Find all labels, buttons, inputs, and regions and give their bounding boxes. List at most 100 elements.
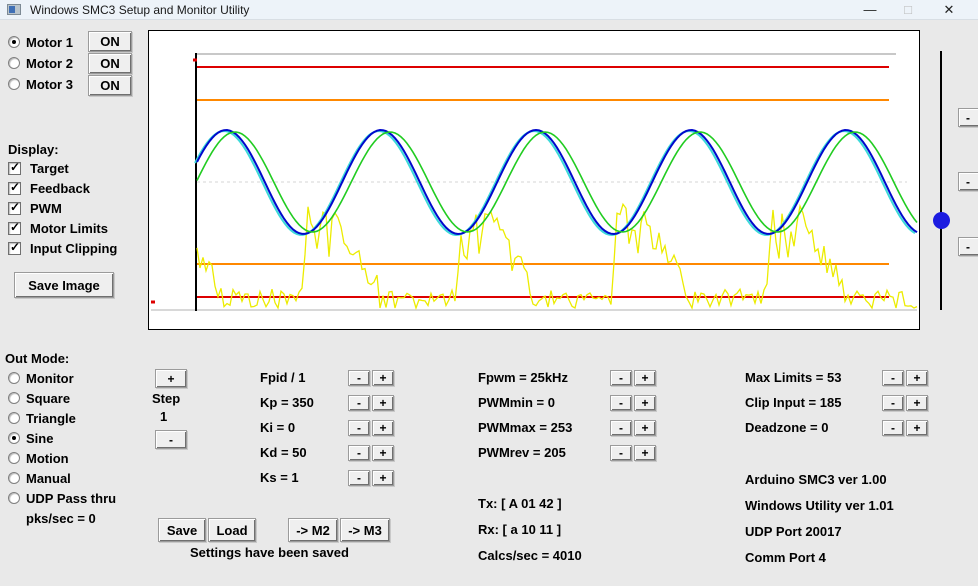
kp-value: Kp = 350 — [260, 395, 314, 410]
utility-version: Windows Utility ver 1.01 — [745, 498, 894, 513]
pwmrev-plus-button[interactable]: + — [634, 445, 656, 461]
scope-chart — [148, 30, 920, 330]
outmode-square-radio[interactable] — [8, 392, 20, 404]
comm-port: Comm Port 4 — [745, 550, 826, 565]
close-button[interactable]: ✕ — [934, 0, 964, 20]
motor-1-radio[interactable] — [8, 36, 20, 48]
window-title: Windows SMC3 Setup and Monitor Utility — [30, 3, 250, 17]
motor-1-on-button[interactable]: ON — [88, 31, 132, 52]
outmode-udp-radio[interactable] — [8, 492, 20, 504]
clip-input-plus-button[interactable]: + — [906, 395, 928, 411]
ks-value: Ks = 1 — [260, 470, 299, 485]
checkbox-target[interactable] — [8, 160, 21, 175]
motor-2-radio[interactable] — [8, 57, 20, 69]
max-limits-value: Max Limits = 53 — [745, 370, 842, 385]
step-minus-button[interactable]: - — [155, 430, 187, 449]
max-limits-plus-button[interactable]: + — [906, 370, 928, 386]
fpwm-value: Fpwm = 25kHz — [478, 370, 568, 385]
outmode-manual-radio[interactable] — [8, 472, 20, 484]
outmode-triangle-label: Triangle — [26, 411, 76, 426]
arduino-version: Arduino SMC3 ver 1.00 — [745, 472, 887, 487]
ki-minus-button[interactable]: - — [348, 420, 370, 436]
settings-status: Settings have been saved — [190, 545, 349, 560]
motor-1-label: Motor 1 — [26, 35, 73, 50]
ki-plus-button[interactable]: + — [372, 420, 394, 436]
pwmmax-minus-button[interactable]: - — [610, 420, 632, 436]
outmode-udp-label: UDP Pass thru — [26, 491, 117, 506]
checkbox-input-clipping[interactable] — [8, 240, 21, 255]
minimize-button[interactable]: — — [855, 0, 885, 20]
rx-status: Rx: [ a 10 11 ] — [478, 522, 562, 537]
checkbox-feedback-label: Feedback — [30, 181, 90, 196]
outmode-motion-label: Motion — [26, 451, 69, 466]
deadzone-minus-button[interactable]: - — [882, 420, 904, 436]
motor-2-label: Motor 2 — [26, 56, 73, 71]
pwmrev-minus-button[interactable]: - — [610, 445, 632, 461]
fpid-plus-button[interactable]: + — [372, 370, 394, 386]
manual-slider-handle[interactable] — [933, 212, 950, 229]
pwmmin-plus-button[interactable]: + — [634, 395, 656, 411]
save-image-button[interactable]: Save Image — [14, 272, 114, 298]
side-minus-button-3[interactable]: - — [958, 237, 978, 256]
clip-input-value: Clip Input = 185 — [745, 395, 842, 410]
save-button[interactable]: Save — [158, 518, 206, 542]
pwmmin-minus-button[interactable]: - — [610, 395, 632, 411]
fpwm-plus-button[interactable]: + — [634, 370, 656, 386]
motor-2-on-button[interactable]: ON — [88, 53, 132, 74]
pks-per-sec-value: pks/sec = 0 — [26, 511, 96, 526]
outmode-monitor-radio[interactable] — [8, 372, 20, 384]
deadzone-plus-button[interactable]: + — [906, 420, 928, 436]
pwmmax-plus-button[interactable]: + — [634, 420, 656, 436]
checkbox-input-clipping-label: Input Clipping — [30, 241, 118, 256]
outmode-sine-radio[interactable] — [8, 432, 20, 444]
kd-minus-button[interactable]: - — [348, 445, 370, 461]
kp-minus-button[interactable]: - — [348, 395, 370, 411]
side-minus-button-1[interactable]: - — [958, 108, 978, 127]
kp-plus-button[interactable]: + — [372, 395, 394, 411]
copy-to-m3-button[interactable]: -> M3 — [340, 518, 390, 542]
outmode-sine-label: Sine — [26, 431, 54, 446]
manual-slider-track[interactable] — [940, 51, 942, 310]
tx-status: Tx: [ A 01 42 ] — [478, 496, 562, 511]
chart-svg — [151, 53, 918, 311]
app-window: Windows SMC3 Setup and Monitor Utility —… — [0, 0, 978, 586]
app-icon — [7, 4, 21, 15]
side-minus-button-2[interactable]: - — [958, 172, 978, 191]
checkbox-pwm-label: PWM — [30, 201, 62, 216]
step-plus-button[interactable]: + — [155, 369, 187, 388]
copy-to-m2-button[interactable]: -> M2 — [288, 518, 338, 542]
ks-plus-button[interactable]: + — [372, 470, 394, 486]
max-limits-minus-button[interactable]: - — [882, 370, 904, 386]
maximize-button: □ — [904, 2, 912, 17]
udp-port: UDP Port 20017 — [745, 524, 842, 539]
calcs-per-sec: Calcs/sec = 4010 — [478, 548, 582, 563]
step-value: 1 — [160, 409, 168, 424]
ks-minus-button[interactable]: - — [348, 470, 370, 486]
fpid-value: Fpid / 1 — [260, 370, 306, 385]
outmode-square-label: Square — [26, 391, 71, 406]
checkbox-motor-limits[interactable] — [8, 220, 21, 235]
pwmrev-value: PWMrev = 205 — [478, 445, 566, 460]
kd-plus-button[interactable]: + — [372, 445, 394, 461]
checkbox-motor-limits-label: Motor Limits — [30, 221, 108, 236]
checkbox-feedback[interactable] — [8, 180, 21, 195]
fpid-minus-button[interactable]: - — [348, 370, 370, 386]
outmode-monitor-label: Monitor — [26, 371, 74, 386]
out-mode-heading: Out Mode: — [5, 351, 70, 366]
outmode-triangle-radio[interactable] — [8, 412, 20, 424]
deadzone-value: Deadzone = 0 — [745, 420, 829, 435]
title-bar: Windows SMC3 Setup and Monitor Utility —… — [0, 0, 978, 20]
kd-value: Kd = 50 — [260, 445, 307, 460]
ki-value: Ki = 0 — [260, 420, 296, 435]
motor-3-radio[interactable] — [8, 78, 20, 90]
motor-3-on-button[interactable]: ON — [88, 75, 132, 96]
motor-3-label: Motor 3 — [26, 77, 73, 92]
outmode-motion-radio[interactable] — [8, 452, 20, 464]
outmode-manual-label: Manual — [26, 471, 71, 486]
load-button[interactable]: Load — [208, 518, 256, 542]
pwmmax-value: PWMmax = 253 — [478, 420, 573, 435]
fpwm-minus-button[interactable]: - — [610, 370, 632, 386]
checkbox-target-label: Target — [30, 161, 69, 176]
clip-input-minus-button[interactable]: - — [882, 395, 904, 411]
checkbox-pwm[interactable] — [8, 200, 21, 215]
